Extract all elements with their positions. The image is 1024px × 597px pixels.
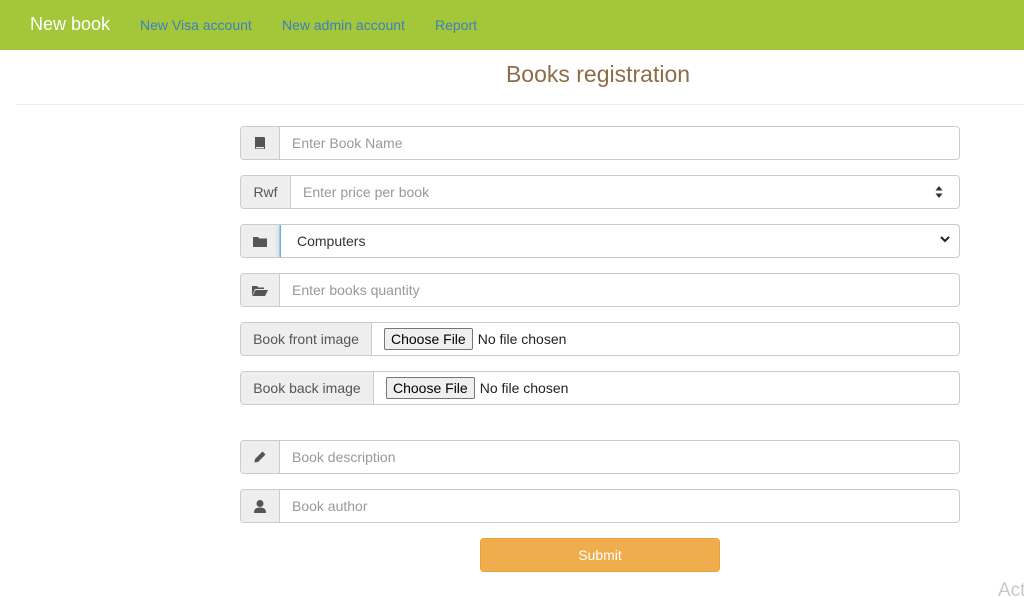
category-group: Computers [240, 224, 960, 258]
currency-addon: Rwf [241, 176, 291, 208]
front-image-group: Book front image Choose File No file cho… [240, 322, 960, 356]
activation-watermark: Act [998, 580, 1024, 597]
category-select[interactable]: Computers [280, 225, 959, 257]
brand-new-book[interactable]: New book [30, 14, 110, 35]
description-input[interactable]: Book description [280, 441, 959, 473]
nav-new-admin-account[interactable]: New admin account [282, 17, 405, 33]
nav-new-visa-account[interactable]: New Visa account [140, 17, 252, 33]
front-image-file-status: No file chosen [477, 331, 567, 347]
nav-report[interactable]: Report [435, 17, 477, 33]
price-input[interactable]: Enter price per book [291, 176, 959, 208]
back-image-file-status: No file chosen [479, 380, 569, 396]
back-image-group: Book back image Choose File No file chos… [240, 371, 960, 405]
chevron-down-icon [940, 236, 950, 243]
number-spinner-icon[interactable] [935, 185, 943, 199]
page-title: Books registration [505, 61, 691, 87]
submit-button[interactable]: Submit [480, 538, 720, 572]
pencil-icon [241, 441, 280, 473]
front-image-label: Book front image [241, 323, 372, 355]
description-group: Book description [240, 440, 960, 474]
author-input[interactable]: Book author [280, 490, 959, 522]
quantity-group: Enter books quantity [240, 273, 960, 307]
author-group: Book author [240, 489, 960, 523]
back-image-file-input[interactable]: Choose File No file chosen [374, 372, 959, 404]
price-group: Rwf Enter price per book [240, 175, 960, 209]
book-name-input[interactable]: Enter Book Name [280, 127, 959, 159]
book-name-group: Enter Book Name [240, 126, 960, 160]
folder-icon [241, 225, 280, 257]
back-image-label: Book back image [241, 372, 374, 404]
price-placeholder: Enter price per book [303, 184, 430, 200]
divider [16, 104, 1024, 105]
back-image-choose-file-button[interactable]: Choose File [386, 377, 475, 399]
top-navbar: New book New Visa account New admin acco… [0, 0, 1024, 50]
book-icon [241, 127, 280, 159]
folder-open-icon [241, 274, 280, 306]
user-icon [241, 490, 280, 522]
quantity-input[interactable]: Enter books quantity [280, 274, 959, 306]
front-image-file-input[interactable]: Choose File No file chosen [372, 323, 959, 355]
front-image-choose-file-button[interactable]: Choose File [384, 328, 473, 350]
category-selected-value: Computers [297, 233, 366, 249]
